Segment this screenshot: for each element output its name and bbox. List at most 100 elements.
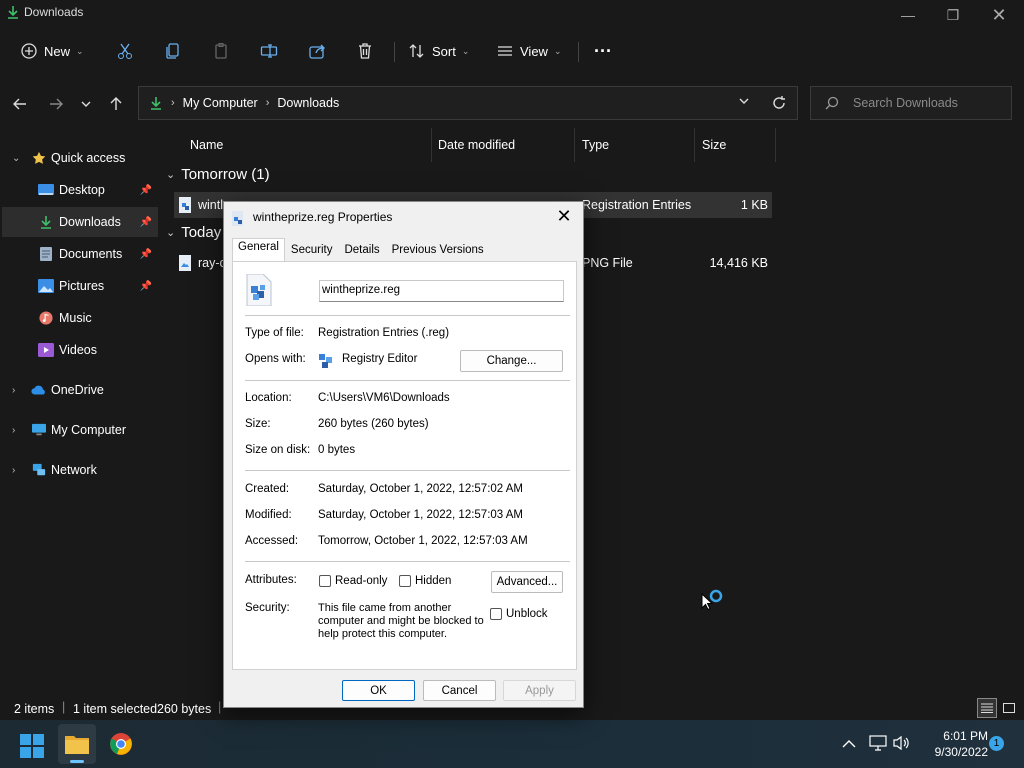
- taskbar-file-explorer[interactable]: [58, 724, 96, 764]
- nav-item-downloads[interactable]: Downloads 📌: [2, 207, 158, 237]
- new-label: New: [44, 43, 71, 59]
- trash-icon: [359, 43, 371, 59]
- clock-date: 9/30/2022: [934, 745, 988, 759]
- tab-previous-versions[interactable]: Previous Versions: [386, 240, 490, 262]
- refresh-button[interactable]: [771, 95, 787, 116]
- nav-item-music[interactable]: Music: [2, 303, 158, 333]
- tiles-view-button[interactable]: [1000, 699, 1018, 717]
- search-input[interactable]: Search Downloads: [810, 86, 1012, 120]
- change-button[interactable]: Change...: [460, 350, 563, 372]
- hidden-checkbox[interactable]: [399, 575, 411, 587]
- windows-logo-icon: [20, 734, 44, 758]
- taskbar-chrome[interactable]: [109, 732, 133, 761]
- paste-button[interactable]: [206, 36, 236, 66]
- address-dropdown-button[interactable]: [738, 94, 750, 112]
- nav-label: Network: [51, 463, 97, 477]
- column-name[interactable]: Name: [190, 128, 432, 162]
- computer-icon: [32, 423, 46, 436]
- column-type[interactable]: Type: [582, 128, 695, 162]
- new-button[interactable]: New ⌄: [14, 36, 90, 66]
- ok-button[interactable]: OK: [342, 680, 415, 701]
- details-view-button[interactable]: [977, 698, 997, 718]
- chrome-icon: [110, 733, 132, 755]
- nav-item-pictures[interactable]: Pictures 📌: [2, 271, 158, 301]
- nav-network[interactable]: › Network: [2, 455, 158, 485]
- paste-icon: [215, 43, 227, 59]
- view-label: View: [520, 43, 548, 59]
- start-button[interactable]: [20, 734, 44, 763]
- location-label: Location:: [245, 392, 292, 404]
- close-button[interactable]: ✕: [976, 0, 1022, 30]
- recent-locations-button[interactable]: [72, 86, 100, 122]
- chevron-right-icon: ›: [12, 424, 16, 436]
- nav-item-documents[interactable]: Documents 📌: [2, 239, 158, 269]
- notification-badge[interactable]: 1: [989, 736, 1004, 751]
- clock[interactable]: 6:01 PM 9/30/2022: [918, 728, 988, 760]
- delete-button[interactable]: [350, 36, 380, 66]
- filename-field[interactable]: wintheprize.reg: [319, 280, 564, 302]
- show-hidden-icons-button[interactable]: [842, 736, 856, 754]
- more-options-button[interactable]: ···: [588, 36, 618, 66]
- security-line: help protect this computer.: [318, 628, 448, 640]
- nav-label: Desktop: [59, 183, 105, 197]
- readonly-checkbox[interactable]: [319, 575, 331, 587]
- tab-security[interactable]: Security: [285, 240, 339, 262]
- share-icon: [309, 44, 325, 59]
- share-button[interactable]: [302, 36, 332, 66]
- tab-details[interactable]: Details: [338, 240, 385, 262]
- nav-quick-access[interactable]: ⌄ Quick access: [2, 143, 158, 173]
- size-value: 260 bytes (260 bytes): [318, 418, 429, 430]
- column-date-modified[interactable]: Date modified: [438, 128, 575, 162]
- column-size[interactable]: Size: [702, 128, 776, 162]
- maximize-button[interactable]: ❐: [930, 0, 976, 30]
- group-header-today[interactable]: ⌄ Today: [166, 224, 221, 241]
- rename-button[interactable]: [254, 36, 284, 66]
- sort-label: Sort: [432, 43, 456, 59]
- up-button[interactable]: [102, 86, 130, 122]
- volume-tray-icon[interactable]: [893, 735, 911, 756]
- opens-with-label: Opens with:: [245, 353, 306, 365]
- cancel-button[interactable]: Cancel: [423, 680, 496, 701]
- copy-button[interactable]: [158, 36, 188, 66]
- dialog-tabs: General Security Details Previous Versio…: [232, 238, 490, 262]
- minimize-button[interactable]: —: [885, 0, 931, 30]
- refresh-icon: [773, 96, 785, 109]
- sort-icon: [409, 44, 424, 58]
- window-title: Downloads: [24, 5, 84, 19]
- nav-label: My Computer: [51, 423, 127, 437]
- breadcrumb-my-computer[interactable]: My Computer: [183, 96, 258, 110]
- view-button[interactable]: View ⌄: [490, 36, 568, 66]
- unblock-checkbox[interactable]: [490, 608, 502, 620]
- network-tray-icon[interactable]: [869, 735, 887, 756]
- address-row: › My Computer › Downloads Search Downloa…: [0, 86, 1024, 122]
- view-lines-icon: [498, 46, 512, 56]
- apply-button[interactable]: Apply: [503, 680, 576, 701]
- address-bar[interactable]: › My Computer › Downloads: [138, 86, 798, 120]
- dialog-close-button[interactable]: ✕: [549, 202, 579, 230]
- copy-icon: [166, 43, 179, 59]
- pin-icon: 📌: [139, 184, 152, 196]
- accessed-label: Accessed:: [245, 535, 299, 547]
- nav-item-videos[interactable]: Videos: [2, 335, 158, 365]
- tab-general[interactable]: General: [232, 238, 285, 262]
- breadcrumb-downloads[interactable]: Downloads: [277, 96, 339, 110]
- advanced-button[interactable]: Advanced...: [491, 571, 563, 593]
- nav-onedrive[interactable]: › OneDrive: [2, 375, 158, 405]
- properties-dialog: wintheprize.reg Properties ✕ General Sec…: [223, 201, 584, 708]
- sort-button[interactable]: Sort ⌄: [402, 36, 475, 66]
- nav-my-computer[interactable]: › My Computer: [2, 415, 158, 445]
- tiles-icon: [1003, 703, 1015, 713]
- busy-cursor-icon: [701, 589, 723, 611]
- forward-button[interactable]: [42, 86, 70, 122]
- navigation-pane: ⌄ Quick access Desktop 📌 Downloads 📌 Doc…: [0, 140, 160, 680]
- group-header-tomorrow[interactable]: ⌄ Tomorrow (1): [166, 166, 270, 183]
- cut-button[interactable]: [110, 36, 140, 66]
- back-button[interactable]: [6, 86, 34, 122]
- status-divider: |: [218, 700, 222, 714]
- title-bar: Downloads — ❐ ✕: [0, 0, 1024, 32]
- nav-item-desktop[interactable]: Desktop 📌: [2, 175, 158, 205]
- nav-label: OneDrive: [51, 383, 104, 397]
- rename-icon: [260, 44, 278, 58]
- registry-file-icon: [179, 197, 191, 213]
- pictures-icon: [38, 279, 54, 293]
